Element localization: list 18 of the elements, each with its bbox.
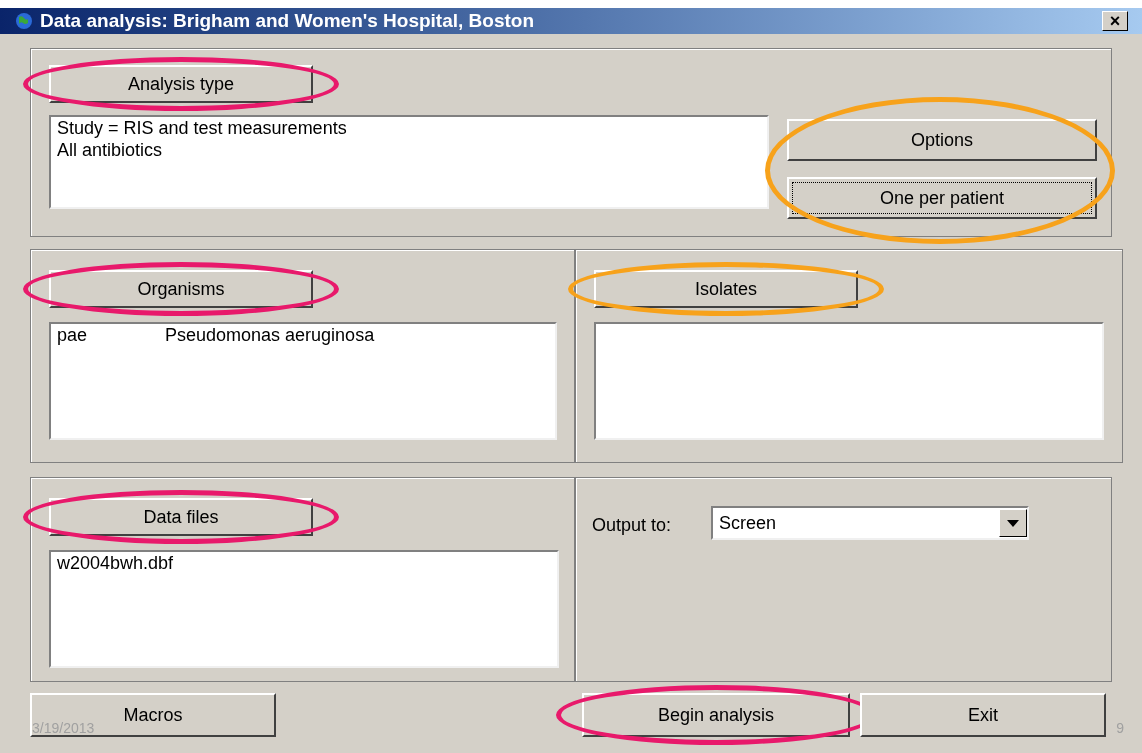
one-per-patient-button[interactable]: One per patient bbox=[787, 177, 1097, 219]
analysis-list: Study = RIS and test measurements All antibiotics bbox=[49, 115, 769, 209]
organism-code: pae bbox=[57, 324, 89, 346]
close-button[interactable]: × bbox=[1102, 11, 1128, 31]
organisms-button[interactable]: Organisms bbox=[49, 270, 313, 308]
globe-icon bbox=[14, 12, 34, 30]
organism-name: Pseudomonas aeruginosa bbox=[165, 324, 375, 346]
data-files-button[interactable]: Data files bbox=[49, 498, 313, 536]
output-dropdown[interactable]: Screen bbox=[711, 506, 1030, 540]
analysis-type-button[interactable]: Analysis type bbox=[49, 65, 313, 103]
isolates-button[interactable]: Isolates bbox=[594, 270, 858, 308]
data-files-list: w2004bwh.dbf bbox=[49, 550, 559, 668]
output-label: Output to: bbox=[592, 514, 672, 537]
window-title: Data analysis: Brigham and Women's Hospital, Boston bbox=[40, 8, 536, 33]
options-button[interactable]: Options bbox=[787, 119, 1097, 161]
output-value: Screen bbox=[718, 511, 778, 535]
footer-button[interactable]: Exit bbox=[860, 693, 1106, 737]
footer-button[interactable]: Begin analysis bbox=[582, 693, 850, 737]
